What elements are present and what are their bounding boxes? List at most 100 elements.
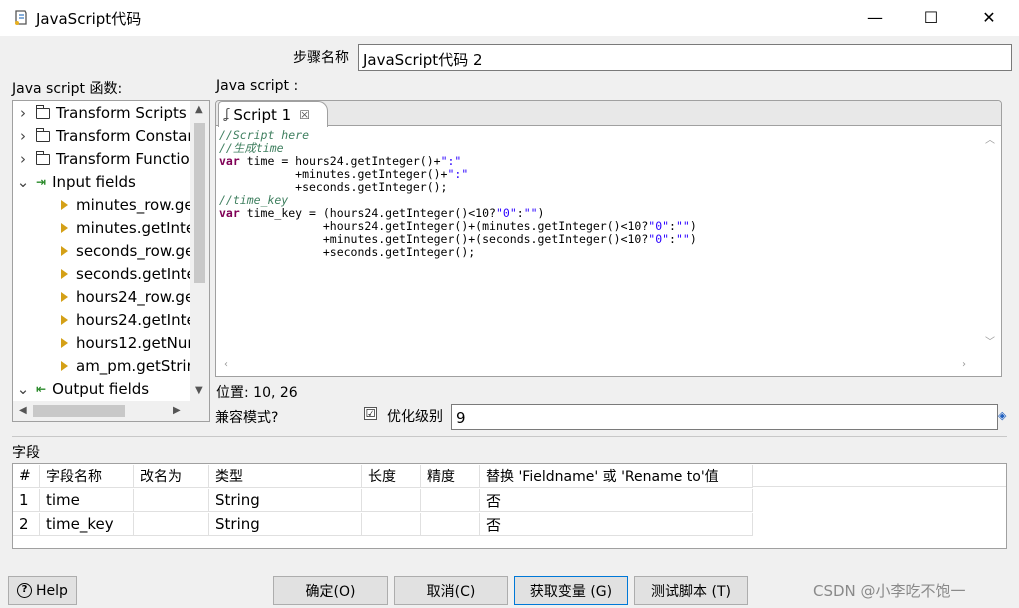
close-icon: ✕ bbox=[982, 7, 996, 27]
scroll-right-icon[interactable]: ▶ bbox=[173, 405, 181, 416]
compat-mode-label: 兼容模式? bbox=[215, 410, 279, 426]
ok-button[interactable]: 确定(O) bbox=[273, 576, 388, 605]
tree-item[interactable]: am_pm.getStrir bbox=[61, 355, 193, 377]
folder-icon bbox=[35, 104, 50, 119]
script-file-icon: ʆ bbox=[225, 107, 230, 122]
table-cell[interactable]: 2 bbox=[13, 513, 40, 536]
table-cell[interactable] bbox=[362, 489, 421, 512]
tree-item[interactable]: › Transform Functio bbox=[16, 148, 190, 170]
table-cell[interactable]: time bbox=[40, 489, 134, 512]
collapse-icon[interactable]: ⌄ bbox=[16, 173, 30, 191]
help-icon: ? bbox=[17, 583, 33, 598]
table-cell[interactable] bbox=[134, 489, 209, 512]
optimization-level-input[interactable]: 9 bbox=[451, 404, 998, 430]
help-button-label: Help bbox=[36, 582, 68, 599]
scroll-up-icon[interactable]: ▲ bbox=[195, 104, 203, 115]
folder-icon bbox=[35, 127, 50, 142]
table-cell[interactable] bbox=[421, 489, 480, 512]
scroll-left-icon[interactable]: ◀ bbox=[19, 405, 27, 416]
tree-item-label: seconds_row.ge bbox=[76, 242, 195, 260]
code-vertical-scrollbar[interactable]: ︿ ﹀ bbox=[979, 127, 1000, 363]
tree-item-label: am_pm.getStrir bbox=[76, 357, 193, 375]
column-header-filler bbox=[753, 464, 1006, 487]
watermark: CSDN @小李吃不饱一 bbox=[813, 582, 966, 600]
tab-close-icon[interactable]: ☒ bbox=[299, 108, 310, 122]
scroll-down-icon[interactable]: ﹀ bbox=[985, 333, 995, 348]
tree-item-label: Transform Functio bbox=[56, 150, 190, 168]
tab-script-1-label: Script 1 bbox=[233, 105, 292, 124]
folder-icon bbox=[35, 150, 50, 165]
maximize-icon: ☐ bbox=[923, 7, 939, 27]
tree-item[interactable]: minutes_row.ge bbox=[61, 194, 194, 216]
code-editor[interactable]: //Script here//生成time var time = hours24.… bbox=[219, 129, 979, 357]
cancel-button[interactable]: 取消(C) bbox=[394, 576, 508, 605]
divider bbox=[12, 436, 1007, 437]
test-script-button[interactable]: 测试脚本 (T) bbox=[634, 576, 748, 605]
script-tab-strip bbox=[216, 101, 1001, 126]
tree-item[interactable]: hours24.getInte bbox=[61, 309, 196, 331]
scroll-right-icon[interactable]: › bbox=[962, 359, 966, 370]
variable-icon[interactable]: ◈ bbox=[998, 409, 1012, 423]
scroll-left-icon[interactable]: ‹ bbox=[224, 359, 228, 370]
functions-tree[interactable]: › Transform Scripts › Transform Constar › Tra… bbox=[12, 100, 210, 422]
tree-item[interactable]: › Transform Constar bbox=[16, 125, 194, 147]
tree-item[interactable]: hours24_row.ge bbox=[61, 286, 194, 308]
tree-horizontal-thumb[interactable] bbox=[33, 405, 125, 417]
tree-item[interactable]: ⌄ ⇤ Output fields bbox=[16, 378, 149, 400]
tree-item-label: Output fields bbox=[52, 380, 150, 398]
table-cell[interactable]: String bbox=[209, 489, 362, 512]
expand-icon[interactable]: › bbox=[16, 150, 30, 168]
tree-item[interactable]: ⌄ ⇥ Input fields bbox=[16, 171, 136, 193]
minimize-button[interactable]: — bbox=[852, 0, 898, 34]
input-fields-icon: ⇥ bbox=[36, 175, 47, 189]
table-cell[interactable]: 否 bbox=[480, 489, 753, 512]
table-cell[interactable]: String bbox=[209, 513, 362, 536]
tree-vertical-thumb[interactable] bbox=[194, 123, 205, 283]
fields-table[interactable]: # 字段名称 改名为 类型 长度 精度 替换 'Fieldname' 或 'Rename t… bbox=[12, 463, 1007, 549]
tree-item-label: Transform Constar bbox=[56, 127, 194, 145]
field-icon bbox=[61, 200, 68, 210]
script-editor-frame: ʆ Script 1 ☒ //Script here//生成time var ti… bbox=[215, 100, 1002, 377]
table-cell[interactable]: 否 bbox=[480, 513, 753, 536]
tree-item[interactable]: minutes.getInte bbox=[61, 217, 195, 239]
collapse-icon[interactable]: ⌄ bbox=[16, 380, 30, 398]
code-horizontal-scrollbar[interactable]: ‹ › bbox=[216, 356, 1001, 376]
tree-item-label: minutes_row.ge bbox=[76, 196, 194, 214]
step-name-input[interactable]: JavaScript代码 2 bbox=[358, 44, 1012, 71]
help-button[interactable]: ? Help bbox=[8, 576, 77, 605]
close-button[interactable]: ✕ bbox=[966, 0, 1012, 34]
tree-item-label: seconds.getInte bbox=[76, 265, 196, 283]
get-variables-button[interactable]: 获取变量 (G) bbox=[514, 576, 628, 605]
scroll-up-icon[interactable]: ︿ bbox=[985, 131, 995, 146]
tree-item[interactable]: › Transform Scripts bbox=[16, 102, 187, 124]
field-icon bbox=[61, 246, 68, 256]
table-cell[interactable]: 1 bbox=[13, 489, 40, 512]
table-cell[interactable] bbox=[134, 513, 209, 536]
column-header: 替换 'Fieldname' 或 'Rename to'值 bbox=[480, 465, 753, 488]
tree-item[interactable]: hours12.getNur bbox=[61, 332, 194, 354]
field-icon bbox=[61, 223, 68, 233]
optimization-checkbox[interactable]: ☑ bbox=[364, 407, 377, 420]
column-header: # bbox=[13, 465, 40, 488]
table-cell[interactable] bbox=[362, 513, 421, 536]
maximize-button[interactable]: ☐ bbox=[908, 0, 954, 34]
tree-item-label: Transform Scripts bbox=[56, 104, 187, 122]
field-icon bbox=[61, 361, 68, 371]
expand-icon[interactable]: › bbox=[16, 104, 30, 122]
expand-icon[interactable]: › bbox=[16, 127, 30, 145]
column-header: 改名为 bbox=[134, 465, 209, 488]
table-cell[interactable]: time_key bbox=[40, 513, 134, 536]
cursor-position: 位置: 10, 26 bbox=[216, 385, 298, 401]
tree-item-label: hours24.getInte bbox=[76, 311, 196, 329]
scroll-down-icon[interactable]: ▼ bbox=[195, 385, 203, 396]
tree-item-label: minutes.getInte bbox=[76, 219, 196, 237]
table-cell[interactable] bbox=[421, 513, 480, 536]
tree-item[interactable]: seconds_row.ge bbox=[61, 240, 194, 262]
step-name-label: 步骤名称 bbox=[293, 50, 349, 66]
code-line: //Script here bbox=[219, 129, 310, 142]
tab-script-1[interactable]: ʆ Script 1 ☒ bbox=[218, 101, 328, 127]
tree-item[interactable]: seconds.getInte bbox=[61, 263, 196, 285]
column-header: 类型 bbox=[209, 465, 362, 488]
column-header: 字段名称 bbox=[40, 465, 134, 488]
javascript-step-icon bbox=[15, 10, 27, 25]
